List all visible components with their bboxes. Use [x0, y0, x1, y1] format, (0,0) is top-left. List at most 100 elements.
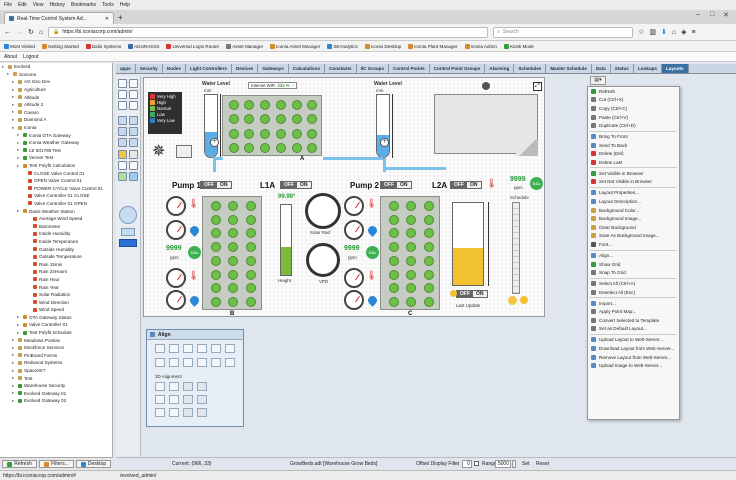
reload-icon[interactable]: ↻ [28, 28, 34, 36]
plant-pod[interactable] [245, 269, 256, 280]
plant-pod[interactable] [406, 297, 416, 308]
home-shortcut-icon[interactable]: ⌂ [672, 29, 676, 36]
tree-node[interactable]: Wind Speed [0, 306, 112, 314]
distribute-vertical-icon[interactable] [169, 358, 179, 367]
tree-node[interactable]: Outside Temperature [0, 253, 112, 261]
tab-alarming[interactable]: Alarming [485, 64, 515, 73]
select-tool-icon[interactable] [118, 79, 127, 88]
desktop-button[interactable]: Desktop [76, 460, 111, 468]
context-menu-item[interactable]: Set Visible in Browser [588, 169, 679, 178]
meter-tool-icon[interactable] [129, 127, 138, 136]
tree-node[interactable]: ▸ Agriculture [0, 86, 112, 94]
download-icon[interactable]: ⬇ [661, 28, 667, 36]
align-3d-icon[interactable] [155, 382, 165, 391]
valve-icon[interactable] [129, 161, 138, 170]
plant-pod[interactable] [245, 200, 256, 211]
expand-toggle-icon[interactable]: ▸ [17, 314, 21, 320]
context-menu-item[interactable]: Delete (Del) [588, 150, 679, 159]
align-3d-icon[interactable] [155, 395, 165, 404]
tree-node[interactable]: Inside Temperature [0, 238, 112, 246]
menu-item-help[interactable]: Help [120, 2, 130, 8]
app-menu-logout[interactable]: Logout [23, 54, 38, 60]
plant-pod[interactable] [423, 269, 434, 280]
plant-pod[interactable] [275, 128, 286, 139]
plant-pod[interactable] [406, 255, 416, 266]
tree-node[interactable]: ▸ Valve Controller 01 [0, 321, 112, 329]
context-menu-item[interactable]: Background Color... [588, 206, 679, 215]
align-top-icon[interactable] [197, 344, 207, 353]
tab-devices[interactable]: Devices [232, 64, 259, 73]
tree-node[interactable]: ▸ PinBoard Farms [0, 352, 112, 360]
bookmark-item[interactable]: Iconia Desktop [364, 43, 401, 49]
tree-node[interactable]: ▸ Iconia OTA Gateway [0, 131, 112, 139]
expand-toggle-icon[interactable]: ▸ [12, 79, 16, 85]
view-mode-icon[interactable] [119, 239, 137, 247]
expand-toggle-icon[interactable]: ▸ [12, 375, 16, 381]
context-menu-item[interactable]: Convert Selected to Template [588, 316, 679, 325]
context-menu-item[interactable]: Upload Layout to Web-Server... [588, 336, 679, 345]
library-icon[interactable]: ▥ [649, 28, 656, 36]
context-menu-item[interactable]: Duplicate (Ctrl+D) [588, 121, 679, 130]
search-input[interactable]: ⌕ Search [493, 26, 634, 38]
image-tool-icon[interactable] [118, 90, 127, 99]
tree-node[interactable]: Rain Year [0, 283, 112, 291]
plant-pod[interactable] [228, 214, 238, 225]
same-height-icon[interactable] [197, 358, 207, 367]
tree-node[interactable]: ▸ Cavaro [0, 109, 112, 117]
fan-icon[interactable] [118, 161, 127, 170]
context-menu-item[interactable]: Align... [588, 251, 679, 260]
expand-toggle-icon[interactable]: ▸ [17, 155, 21, 161]
button-tool-icon[interactable] [118, 116, 127, 125]
bookmark-item[interactable]: ADURASSS [128, 43, 159, 49]
plant-pod[interactable] [260, 142, 271, 153]
plant-pod[interactable] [260, 114, 271, 125]
bookmark-item[interactable]: Asset Manager [226, 43, 263, 49]
tab-nodes[interactable]: Nodes [163, 64, 186, 73]
sun-icon[interactable] [118, 150, 127, 159]
expand-toggle-icon[interactable]: ▸ [12, 390, 16, 396]
plant-pod[interactable] [388, 297, 399, 308]
tab-layouts[interactable]: Layouts [661, 64, 689, 73]
align-3d-icon[interactable] [169, 395, 179, 404]
tree-node[interactable]: Rain Hour [0, 276, 112, 284]
offset-checkbox[interactable] [474, 461, 479, 466]
align-center-icon[interactable] [169, 344, 179, 353]
align-3d-icon[interactable] [169, 382, 179, 391]
tree-node[interactable]: Wind Direction [0, 298, 112, 306]
tree-node[interactable]: OPEN Valve Control 01 [0, 177, 112, 185]
context-menu-item[interactable]: Layout Description... [588, 197, 679, 206]
bookmark-item[interactable]: Iconia Asset Manager [270, 43, 320, 49]
tree-node[interactable]: Solar Radiation [0, 291, 112, 299]
tree-node[interactable]: Outside Humidity [0, 245, 112, 253]
line-tool-icon[interactable] [129, 90, 138, 99]
gauge-tool-icon[interactable] [118, 127, 127, 136]
plant-pod[interactable] [244, 128, 255, 139]
menu-item-bookmarks[interactable]: Bookmarks [71, 2, 96, 8]
plant-pod[interactable] [291, 142, 302, 153]
expand-toggle-icon[interactable]: ▸ [2, 64, 6, 70]
tree-node[interactable]: POWER CYCLE Valve Control 01 [0, 185, 112, 193]
context-menu-item[interactable]: Send To Back [588, 141, 679, 150]
lamp-icon[interactable] [129, 150, 138, 159]
align-3d-icon[interactable] [169, 408, 179, 417]
plant-pod[interactable] [210, 283, 221, 294]
tab-gateways[interactable]: Gateways [258, 64, 289, 73]
tree-node[interactable]: ▸ Test Polyfit Calculation [0, 162, 112, 170]
tree-node[interactable]: CLOSE Valve Control 01 [0, 169, 112, 177]
plant-pod[interactable] [245, 283, 256, 294]
align-3d-icon[interactable] [197, 382, 207, 391]
distribute-horizontal-icon[interactable] [155, 358, 165, 367]
plant-pod[interactable] [291, 100, 302, 111]
context-menu-item[interactable]: Upload Image to Web-Server... [588, 361, 679, 370]
close-tab-icon[interactable]: ✕ [105, 16, 109, 22]
expand-toggle-icon[interactable]: ▸ [17, 140, 21, 146]
plant-pod[interactable] [210, 214, 221, 225]
menu-item-history[interactable]: History [49, 2, 65, 8]
pump-2-switch[interactable]: OFF ON [380, 181, 412, 189]
expand-toggle-icon[interactable]: ▸ [12, 383, 16, 389]
plant-pod[interactable] [423, 283, 434, 294]
expand-toggle-icon[interactable]: ▸ [12, 337, 16, 343]
plant-pod[interactable] [406, 283, 416, 294]
filters-button[interactable]: Filters... [39, 460, 74, 468]
pump-1-switch[interactable]: OFF ON [200, 181, 232, 189]
